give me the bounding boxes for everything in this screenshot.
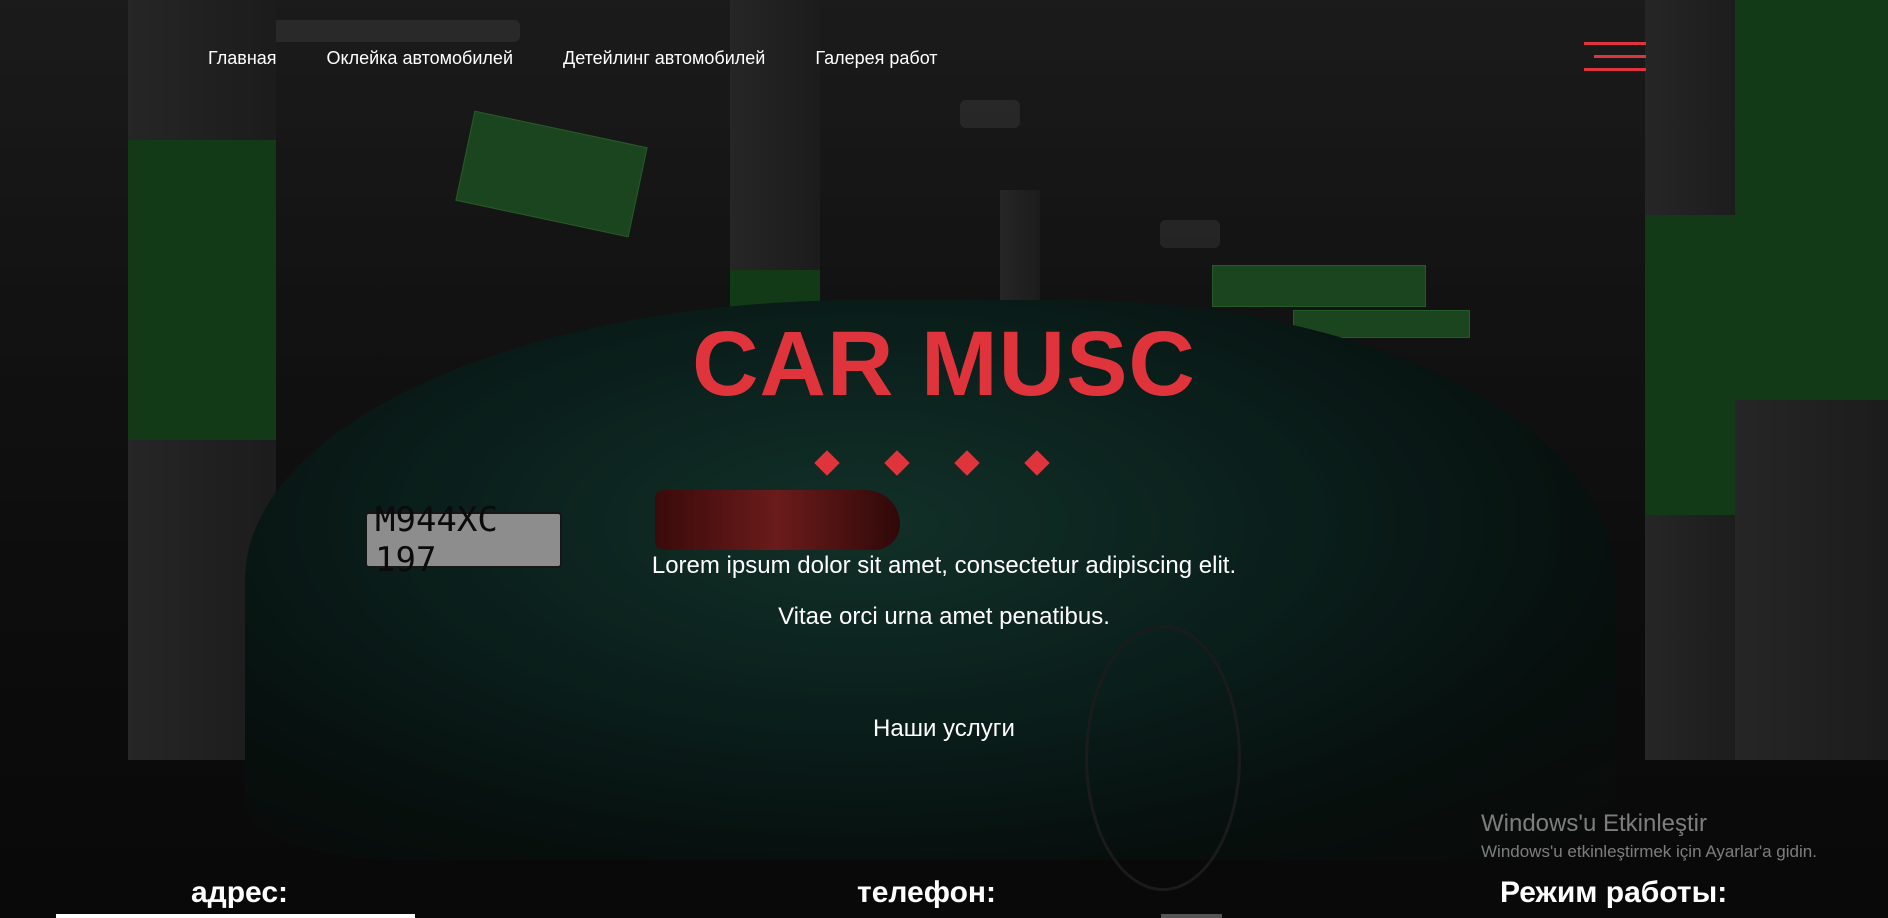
windows-activation-watermark: Windows'u Etkinleştir Windows'u etkinleş…	[1481, 810, 1817, 862]
hero-lead-text: Lorem ipsum dolor sit amet, consectetur …	[651, 552, 1237, 579]
hero-lead-subtext: Vitae orci urna amet penatibus.	[778, 603, 1110, 630]
diamond-icon	[954, 450, 980, 476]
hours-label: Режим работы:	[1500, 876, 1728, 909]
footer-divider	[1161, 914, 1222, 918]
address-label: адрес:	[191, 876, 289, 909]
hamburger-menu-icon[interactable]	[1582, 42, 1646, 76]
diamond-icon	[884, 450, 910, 476]
diamond-icon	[1024, 450, 1050, 476]
nav-link-wrapping[interactable]: Оклейка автомобилей	[327, 48, 513, 69]
phone-label: телефон:	[857, 876, 997, 909]
nav-link-home[interactable]: Главная	[208, 48, 277, 69]
diamond-icon	[814, 450, 840, 476]
address-underline	[56, 914, 415, 918]
watermark-subtitle: Windows'u etkinleştirmek için Ayarlar'a …	[1481, 842, 1817, 861]
decorative-diamonds	[814, 450, 1050, 476]
nav-link-detailing[interactable]: Детейлинг автомобилей	[563, 48, 765, 69]
watermark-title: Windows'u Etkinleştir	[1481, 810, 1707, 837]
main-nav: Главная Оклейка автомобилей Детейлинг ав…	[208, 48, 938, 69]
services-link[interactable]: Наши услуги	[0, 715, 1888, 743]
hero-title: CAR MUSC	[692, 313, 1196, 415]
nav-link-gallery[interactable]: Галерея работ	[815, 48, 937, 69]
